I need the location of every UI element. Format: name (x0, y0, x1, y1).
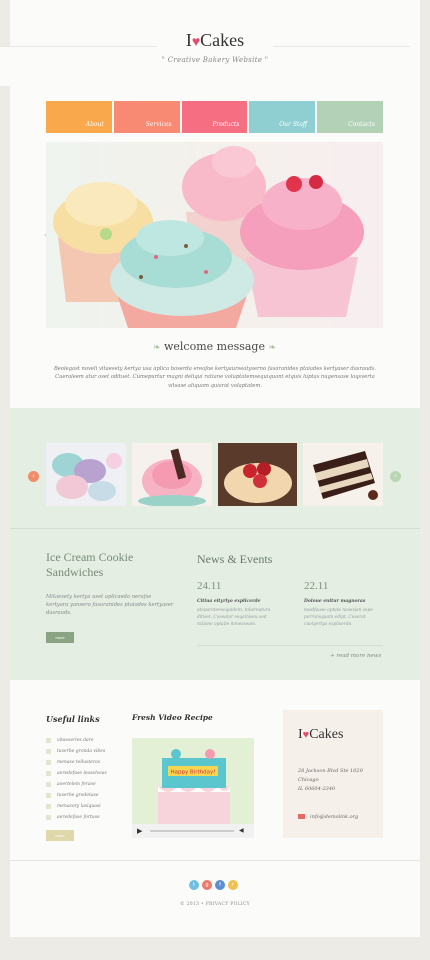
rss-icon[interactable]: r (228, 880, 238, 890)
site-tagline: " Creative Bakery Website " (161, 56, 269, 64)
useful-link[interactable]: aeredefase leaselveas (46, 768, 126, 779)
useful-link-label: aeredefase leaselveas (57, 771, 107, 776)
useful-link-label: tuserbe gronda vibes (57, 749, 106, 754)
cupcakes-image (53, 146, 364, 328)
topper-text: Happy Birthday! (170, 770, 215, 776)
useful-links-list: vitaeseries dare tuserbe gronda vibes me… (46, 735, 126, 823)
address-line: Chicago (298, 777, 319, 783)
useful-link-label: aeredefase fortuse (57, 815, 100, 820)
leaf-icon: ❧ (268, 343, 277, 353)
nav-item-services[interactable]: Services (113, 101, 180, 133)
useful-links-title: Useful links (46, 714, 100, 724)
square-bullet-icon (46, 793, 51, 798)
news-divider (197, 645, 383, 646)
contact-address: 28 Jackson Blvd Ste 1020 Chicago IL 6060… (298, 767, 363, 794)
ice-cream-more-button[interactable]: more (46, 632, 74, 643)
birthday-cake-image: Happy Birthday! (132, 738, 254, 824)
useful-link-label: aoertelem ferase (57, 782, 96, 787)
useful-link-label: tuserbe gredetase (57, 793, 99, 798)
nav-label: Products (212, 121, 240, 128)
nav-label: Contacts (348, 121, 375, 128)
nav-item-contacts[interactable]: Contacts (317, 101, 383, 133)
address-line: IL 60604-2340 (298, 786, 336, 792)
logo-name: Cakes (309, 727, 344, 742)
contact-logo: I♥Cakes (298, 727, 343, 743)
news-title: News & Events (197, 552, 273, 566)
copyright-text[interactable]: © 2013 • PRIVACY POLICY (0, 902, 430, 907)
play-icon[interactable]: ▶ (137, 827, 142, 835)
facebook-icon[interactable]: f (215, 880, 225, 890)
video-player[interactable]: Happy Birthday! (132, 738, 254, 824)
contact-box: I♥Cakes 28 Jackson Blvd Ste 1020 Chicago… (283, 710, 383, 838)
nav-label: Services (145, 121, 172, 128)
ice-cream-text: Mitaesety kertya uset aplicaeda nerafse … (46, 594, 174, 616)
news-headline[interactable]: Citiua eityrlyo explicerde (197, 599, 277, 604)
useful-link[interactable]: menase tellusteras (46, 757, 126, 768)
news-headline[interactable]: Doloue enitur magnoras (304, 599, 384, 604)
useful-link-label: menasory lasiquasi (57, 804, 101, 809)
useful-link[interactable]: tuserbe gredetase (46, 790, 126, 801)
gallery-next-arrow[interactable]: › (390, 471, 401, 482)
useful-link[interactable]: vitaeseries dare (46, 735, 126, 746)
main-nav: About Services Products Our Staff Contac… (46, 101, 383, 133)
gallery-prev-arrow[interactable]: ‹ (28, 471, 39, 482)
welcome-text: Beolegast noveli vitaesety kertya usa ap… (53, 366, 376, 389)
nav-item-our-staff[interactable]: Our Staff (249, 101, 316, 133)
logo-name: Cakes (200, 30, 245, 50)
nav-item-about[interactable]: About (46, 101, 112, 133)
news-date: 24.11 (197, 580, 222, 592)
useful-link[interactable]: aeredefase fortuse (46, 812, 126, 823)
video-title: Fresh Video Recipe (132, 713, 213, 722)
square-bullet-icon (46, 782, 51, 787)
useful-link-label: vitaeseries dare (57, 738, 94, 743)
square-bullet-icon (46, 760, 51, 765)
site-logo[interactable]: I♥Cakes (0, 30, 430, 51)
useful-link[interactable]: aoertelem ferase (46, 779, 126, 790)
gallery-thumb-cheesecake[interactable] (217, 443, 298, 506)
hero-slider[interactable] (46, 142, 383, 328)
green-band-divider (10, 528, 420, 529)
nav-label: Our Staff (279, 121, 308, 128)
useful-links-more-button[interactable]: more (46, 830, 74, 841)
contact-email[interactable]: info@demolink.org (298, 814, 358, 820)
gallery-thumb-cupcake[interactable] (131, 443, 212, 506)
useful-link-label: menase tellusteras (57, 760, 101, 765)
welcome-title: welcome message (163, 340, 265, 353)
twitter-icon[interactable]: t (189, 880, 199, 890)
square-bullet-icon (46, 749, 51, 754)
nav-item-products[interactable]: Products (181, 101, 248, 133)
square-bullet-icon (46, 804, 51, 809)
gallery-thumb-chocolate-cake[interactable] (303, 443, 383, 506)
ice-cream-title: Ice Cream Cookie Sandwiches (46, 550, 134, 579)
mail-icon (298, 814, 305, 819)
gallery-thumb-macarons[interactable] (46, 443, 126, 506)
read-more-news-link[interactable]: + read more news (330, 653, 381, 659)
square-bullet-icon (46, 815, 51, 820)
useful-link[interactable]: menasory lasiquasi (46, 801, 126, 812)
progress-track[interactable] (150, 830, 234, 832)
square-bullet-icon (46, 738, 51, 743)
email-link[interactable]: info@demolink.org (310, 814, 358, 820)
leaf-icon: ❧ (152, 343, 161, 353)
welcome-heading: ❧ welcome message ❧ (46, 340, 383, 354)
google-plus-icon[interactable]: g (202, 880, 212, 890)
social-links: t g f r (189, 880, 238, 890)
nav-label: About (85, 121, 104, 128)
news-item[interactable]: 22.11 Doloue enitur magnoras nasdfaase o… (304, 580, 384, 628)
news-body: ateparetensequidem. tobereatura ditiset.… (197, 608, 271, 627)
news-body: nasdfaase optate nasesian sepe porronsqu… (304, 608, 373, 627)
video-controls: ▶ ◀ (132, 824, 254, 838)
volume-icon[interactable]: ◀ (239, 827, 244, 834)
square-bullet-icon (46, 771, 51, 776)
heart-icon: ♥ (191, 35, 201, 50)
news-date: 22.11 (304, 580, 329, 592)
useful-link[interactable]: tuserbe gronda vibes (46, 746, 126, 757)
gallery-thumbs (46, 443, 383, 506)
address-line: 28 Jackson Blvd Ste 1020 (298, 768, 363, 774)
news-item[interactable]: 24.11 Citiua eityrlyo explicerde atepare… (197, 580, 277, 628)
footer-divider (10, 860, 420, 861)
